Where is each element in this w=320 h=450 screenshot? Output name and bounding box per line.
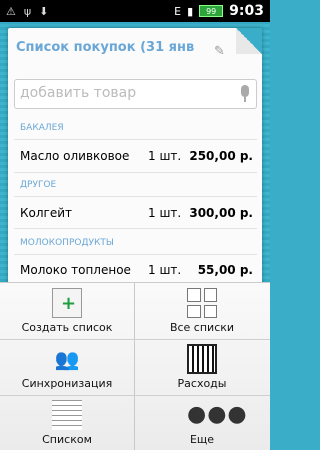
category-header: МОЛОКОПРОДУКТЫ: [20, 238, 114, 248]
battery-level: 99: [206, 6, 217, 16]
more-button[interactable]: ●●● Еще: [135, 395, 269, 450]
expenses-button[interactable]: Расходы: [135, 339, 269, 395]
sync-label: Синхронизация: [21, 377, 113, 390]
item-price: 55,00 р.: [197, 263, 253, 277]
usb-icon: ψ: [23, 4, 32, 18]
item-qty: 1 шт.: [148, 149, 182, 163]
divider: [14, 254, 257, 255]
clock: 9:03: [229, 3, 264, 19]
create-list-label: Создать список: [21, 321, 113, 334]
divider: [14, 172, 257, 173]
divider: [14, 196, 257, 197]
as-list-button[interactable]: Списком: [0, 395, 134, 450]
abacus-icon: [187, 344, 217, 374]
page-fold-corner: [236, 28, 262, 54]
sync-people-icon: 👥: [54, 347, 80, 371]
sync-button[interactable]: 👥 Синхронизация: [0, 339, 134, 395]
item-name: Молоко топленое: [20, 263, 131, 277]
signal-icon: ▮: [187, 4, 194, 18]
add-item-placeholder: добавить товар: [20, 85, 137, 101]
notification-icon: ⚠: [6, 4, 16, 18]
all-lists-icon: [187, 288, 217, 318]
data-icon: E: [174, 4, 182, 18]
add-item-input[interactable]: добавить товар: [14, 79, 257, 109]
divider: [14, 139, 257, 140]
create-list-button[interactable]: + Создать список: [0, 283, 134, 339]
list-item[interactable]: Колгейт 1 шт. 300,00 р.: [20, 206, 260, 226]
status-bar: ⚠ ψ ⬇ E ▮ 99 9:03: [0, 0, 270, 22]
divider: [14, 228, 257, 229]
battery-icon: 99: [199, 5, 224, 17]
new-document-icon: +: [52, 288, 82, 318]
item-name: Масло оливковое: [20, 149, 130, 163]
list-view-icon: [52, 400, 82, 430]
microphone-icon[interactable]: [239, 85, 251, 103]
expenses-label: Расходы: [177, 377, 227, 390]
item-price: 300,00 р.: [189, 206, 253, 220]
list-title[interactable]: Список покупок (31 янв: [16, 40, 216, 55]
category-header: ДРУГОЕ: [20, 180, 57, 190]
download-icon: ⬇: [39, 4, 49, 18]
list-item[interactable]: Молоко топленое 1 шт. 55,00 р.: [20, 263, 260, 283]
more-label: Еще: [189, 433, 215, 446]
options-menu: + Создать список Все списки 👥 Синхрониза…: [0, 282, 270, 450]
as-list-label: Списком: [42, 433, 92, 446]
pencil-icon[interactable]: ✎: [214, 44, 228, 59]
all-lists-button[interactable]: Все списки: [135, 283, 269, 339]
item-name: Колгейт: [20, 206, 73, 220]
item-price: 250,00 р.: [189, 149, 253, 163]
category-header: БАКАЛЕЯ: [20, 123, 64, 133]
item-qty: 1 шт.: [148, 206, 182, 220]
item-qty: 1 шт.: [148, 263, 182, 277]
more-dots-icon: ●●●: [187, 402, 248, 427]
all-lists-label: Все списки: [169, 321, 235, 334]
list-item[interactable]: Масло оливковое 1 шт. 250,00 р.: [20, 149, 260, 169]
